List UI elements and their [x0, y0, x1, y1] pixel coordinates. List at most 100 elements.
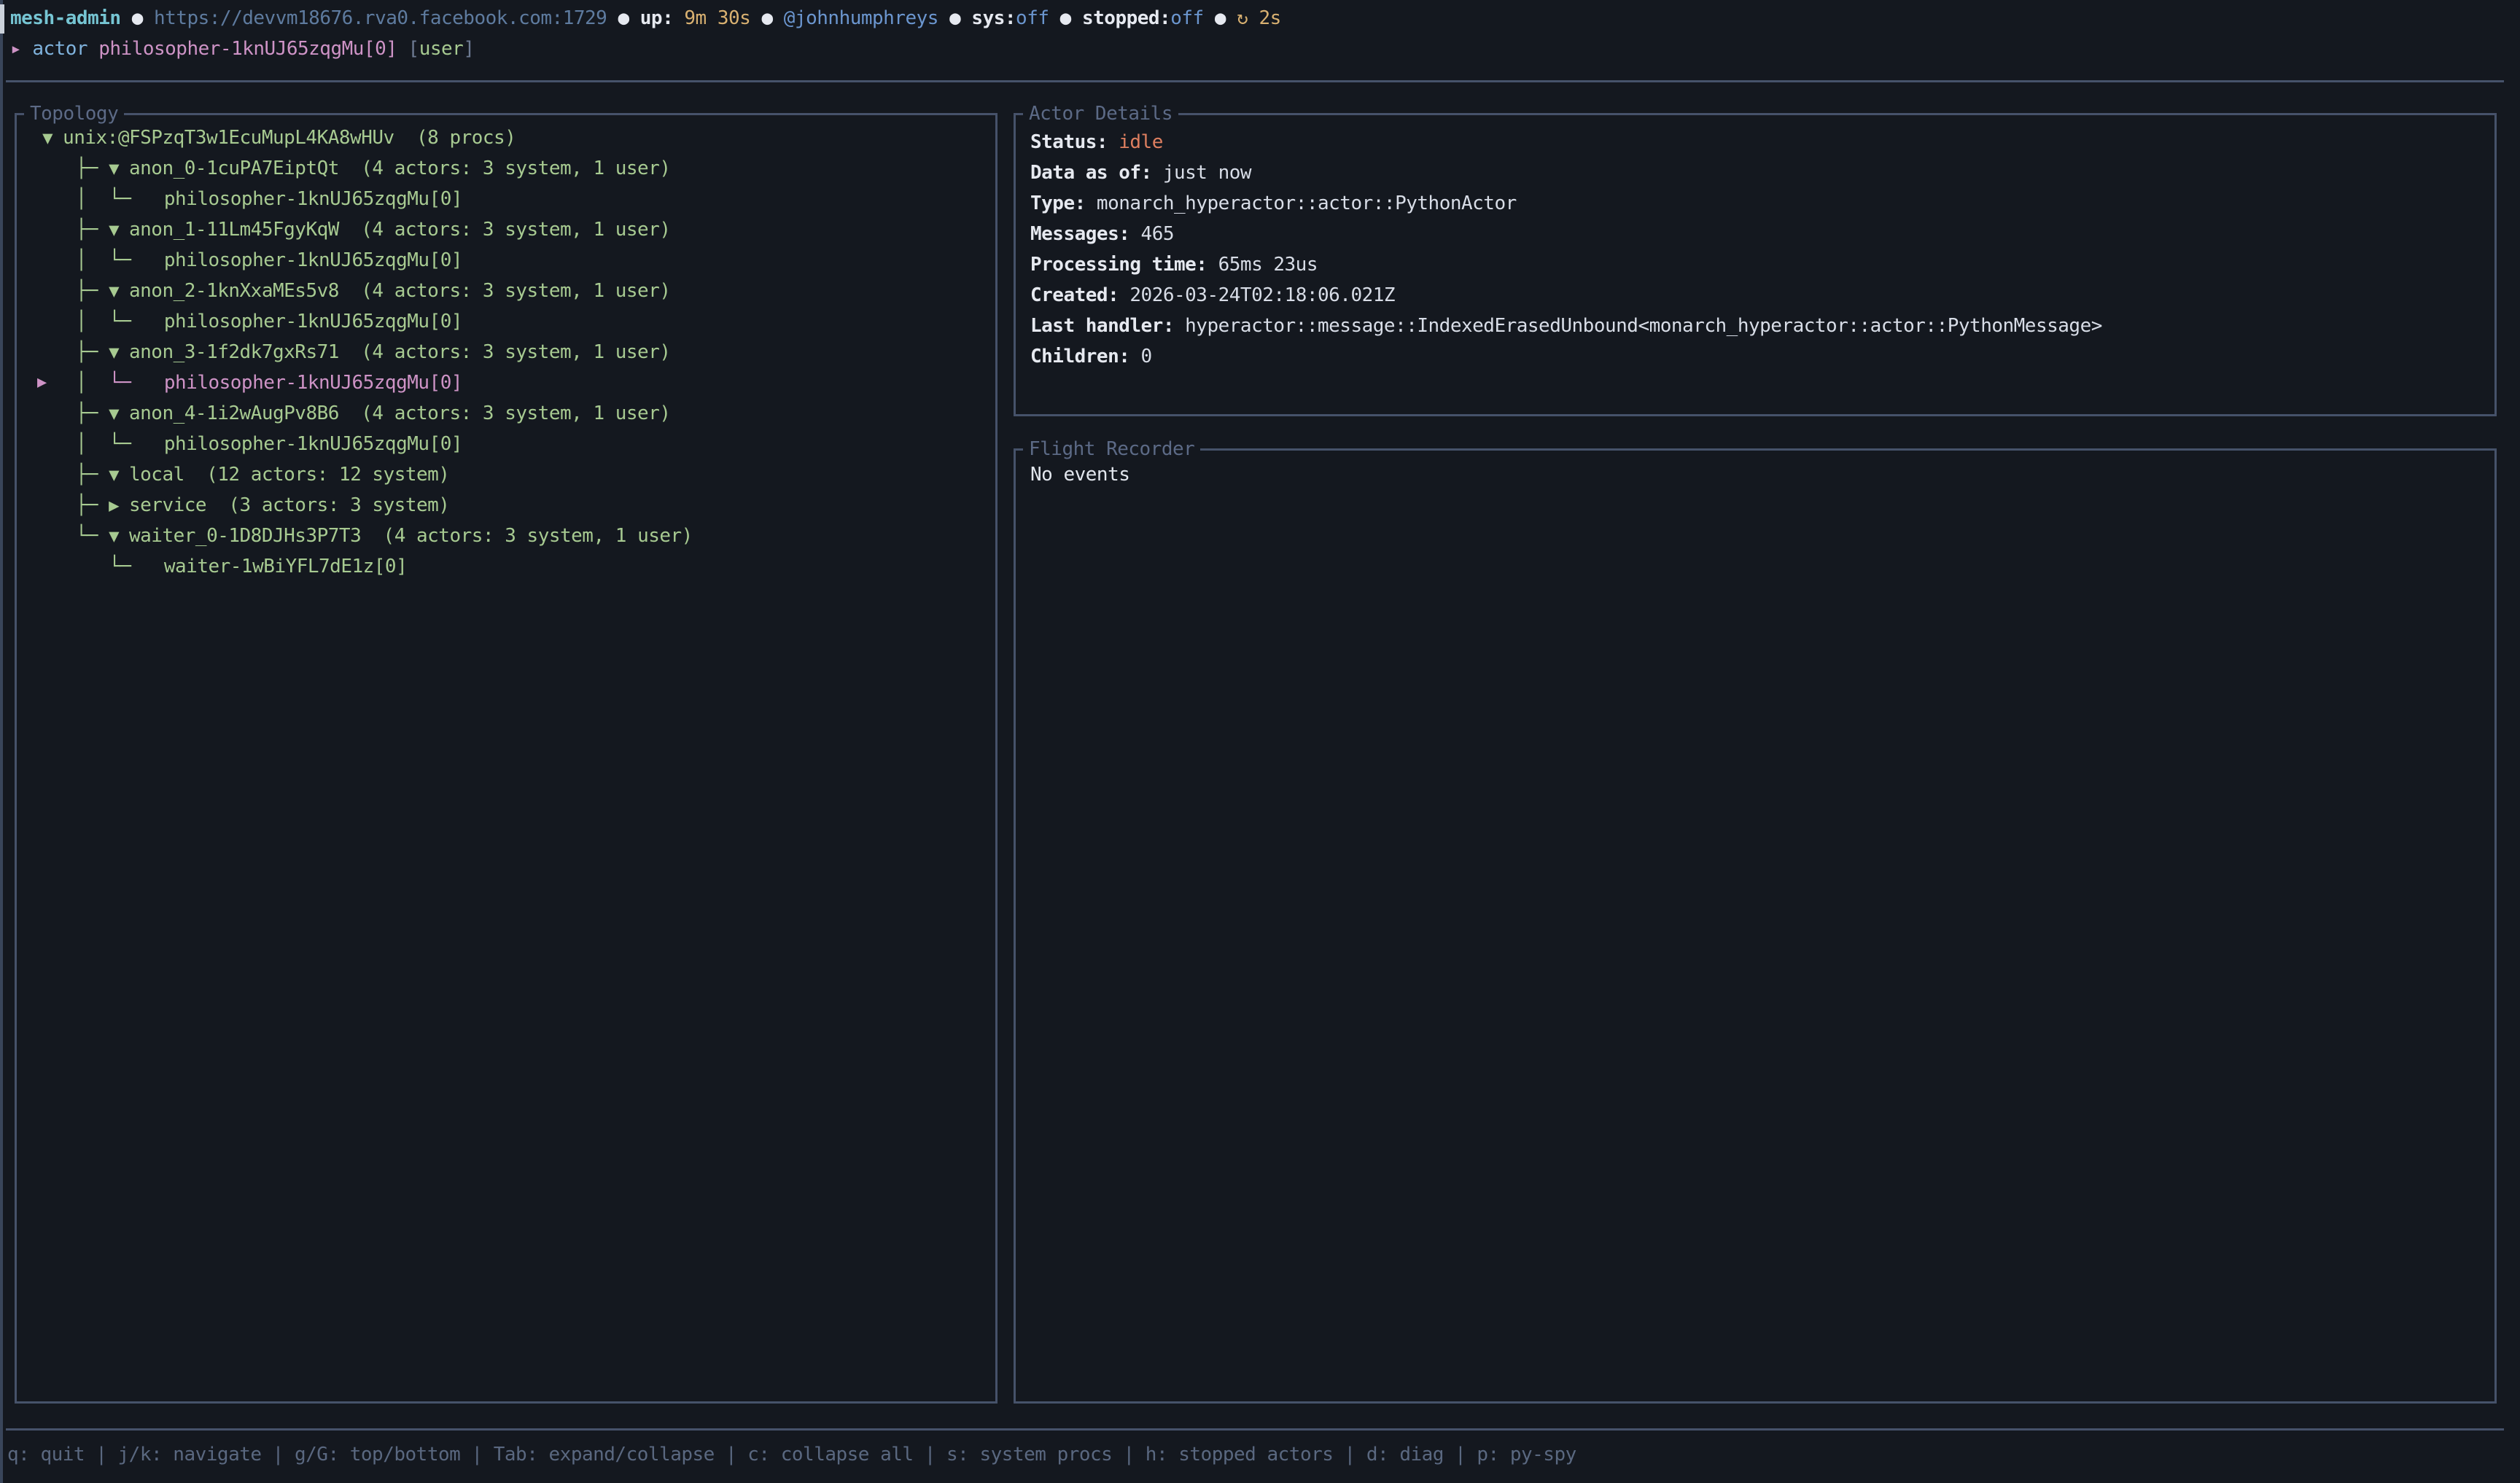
command-kind: actor — [32, 38, 98, 60]
tree-row[interactable]: ▼ unix:@FSPzqT3w1EcuMupL4KA8wHUv (8 proc… — [31, 122, 995, 153]
top-separator — [6, 80, 2504, 82]
tree-row[interactable]: │ └─ philosopher-1knUJ65zqgMu[0] — [31, 429, 995, 459]
sys-toggle-label: sys: — [971, 7, 1016, 29]
tree-node-label: philosopher-1knUJ65zqgMu[0] — [164, 311, 462, 332]
detail-field: Created: 2026-03-24T02:18:06.021Z — [1030, 280, 2494, 311]
tree-indent — [31, 494, 76, 516]
command-line: ▸ actor philosopher-1knUJ65zqgMu[0] [use… — [10, 34, 474, 64]
tree-node-label: philosopher-1knUJ65zqgMu[0] — [164, 372, 462, 394]
detail-field-value: 65ms 23us — [1207, 254, 1318, 276]
tree-row[interactable]: │ └─ philosopher-1knUJ65zqgMu[0] — [31, 306, 995, 337]
tree-node-label: anon_2-1knXxaMEs5v8 — [129, 280, 339, 302]
status-bar: mesh-admin ● https://devvm18676.rva0.fac… — [10, 3, 1281, 34]
tree-row[interactable]: ├─ ▼ anon_4-1i2wAugPv8B6 (4 actors: 3 sy… — [31, 398, 995, 429]
tree-node-label: philosopher-1knUJ65zqgMu[0] — [164, 188, 462, 210]
actor-details-body: Status: idleData as of: just nowType: mo… — [1016, 115, 2494, 372]
tree-row[interactable]: └─ waiter-1wBiYFL7dE1z[0] — [31, 551, 995, 582]
tree-indent — [31, 127, 42, 149]
server-url: https://devvm18676.rva0.facebook.com:172… — [154, 7, 607, 29]
expanded-triangle-icon: ▼ — [109, 403, 129, 424]
tree-node-meta: (4 actors: 3 system, 1 user) — [339, 402, 671, 424]
tree-node-meta: (4 actors: 3 system, 1 user) — [361, 525, 693, 547]
dot-separator-icon: ● — [1060, 7, 1071, 29]
scrollbar-thumb[interactable] — [0, 4, 4, 34]
tree-indent — [31, 464, 76, 486]
expanded-triangle-icon: ▼ — [42, 128, 63, 148]
expanded-triangle-icon: ▼ — [109, 281, 129, 301]
detail-field-label: Created: — [1030, 284, 1119, 306]
uptime-label: up: — [640, 7, 685, 29]
tree-row[interactable]: ├─ ▼ anon_2-1knXxaMEs5v8 (4 actors: 3 sy… — [31, 276, 995, 306]
actor-details-panel: Actor Details Status: idleData as of: ju… — [1014, 113, 2497, 416]
dot-separator-icon: ● — [618, 7, 629, 29]
tree-node-label: waiter_0-1D8DJHs3P7T3 — [129, 525, 361, 547]
tree-indent — [31, 280, 76, 302]
tree-node-meta: (4 actors: 3 system, 1 user) — [339, 157, 671, 179]
tree-indent — [31, 556, 109, 577]
command-target: philosopher-1knUJ65zqgMu[0] — [98, 38, 397, 60]
detail-field-value: idle — [1108, 131, 1163, 153]
tree-connector: └─ — [109, 372, 164, 394]
tree-connector: ├─ — [76, 464, 109, 486]
tree-row[interactable]: ├─ ▼ anon_0-1cuPA7EiptQt (4 actors: 3 sy… — [31, 153, 995, 184]
tree-row[interactable]: ▶ │ └─ philosopher-1knUJ65zqgMu[0] — [31, 367, 995, 398]
dot-separator-icon: ● — [1215, 7, 1226, 29]
tree-indent — [31, 219, 76, 241]
uptime-value: 9m 30s — [684, 7, 750, 29]
flight-recorder-empty-text: No events — [1030, 459, 2494, 490]
tree-indent — [31, 157, 76, 179]
tree-node-meta: (12 actors: 12 system) — [184, 464, 450, 486]
tree-row[interactable]: ├─ ▶ service (3 actors: 3 system) — [31, 490, 995, 521]
detail-field-label: Messages: — [1030, 223, 1129, 245]
refresh-icon: ↻ — [1237, 7, 1248, 29]
tree-node-meta: (4 actors: 3 system, 1 user) — [339, 341, 671, 363]
tree-row[interactable]: │ └─ philosopher-1knUJ65zqgMu[0] — [31, 245, 995, 276]
tree-connector: ├─ — [76, 157, 109, 179]
tree-row[interactable]: ├─ ▼ local (12 actors: 12 system) — [31, 459, 995, 490]
expanded-triangle-icon: ▼ — [109, 219, 129, 240]
detail-field-label: Children: — [1030, 346, 1129, 367]
tree-connector: └─ — [109, 249, 164, 271]
detail-field: Messages: 465 — [1030, 219, 2494, 249]
flight-recorder-body: No events — [1016, 451, 2494, 490]
tree-node-label: anon_0-1cuPA7EiptQt — [129, 157, 339, 179]
flight-recorder-panel: Flight Recorder No events — [1014, 448, 2497, 1404]
command-scope: user — [419, 38, 464, 60]
bottom-separator — [6, 1428, 2504, 1431]
tree-node-label: waiter-1wBiYFL7dE1z[0] — [164, 556, 407, 577]
detail-field: Processing time: 65ms 23us — [1030, 249, 2494, 280]
tree-connector: ├─ — [76, 402, 109, 424]
tree-connector: └─ — [109, 556, 164, 577]
tree-connector: └─ — [109, 188, 164, 210]
tree-node-label: anon_4-1i2wAugPv8B6 — [129, 402, 339, 424]
detail-field-label: Processing time: — [1030, 254, 1207, 276]
selection-cursor-icon: ▶ — [37, 367, 47, 398]
detail-field-value: 0 — [1129, 346, 1151, 367]
tree-connector: ├─ — [76, 341, 109, 363]
detail-field-value: hyperactor::message::IndexedErasedUnboun… — [1174, 315, 2102, 337]
tree-row[interactable]: ├─ ▼ anon_3-1f2dk7gxRs71 (4 actors: 3 sy… — [31, 337, 995, 367]
flight-recorder-panel-title: Flight Recorder — [1023, 438, 1200, 460]
detail-field: Status: idle — [1030, 127, 2494, 157]
detail-field: Children: 0 — [1030, 341, 2494, 372]
topology-tree: ▼ unix:@FSPzqT3w1EcuMupL4KA8wHUv (8 proc… — [17, 115, 995, 582]
tree-connector: └─ — [76, 525, 109, 547]
tree-indent — [31, 341, 76, 363]
tree-row[interactable]: └─ ▼ waiter_0-1D8DJHs3P7T3 (4 actors: 3 … — [31, 521, 995, 551]
detail-field-value: 465 — [1129, 223, 1174, 245]
tree-row[interactable]: │ └─ philosopher-1knUJ65zqgMu[0] — [31, 184, 995, 214]
dot-separator-icon: ● — [132, 7, 143, 29]
tree-node-meta: (4 actors: 3 system, 1 user) — [339, 280, 671, 302]
collapsed-triangle-icon: ▶ — [109, 495, 129, 515]
scope-bracket: ] — [463, 38, 474, 60]
tree-row[interactable]: ├─ ▼ anon_1-11Lm45FgyKqW (4 actors: 3 sy… — [31, 214, 995, 245]
username: @johnhumphreys — [784, 7, 938, 29]
expanded-triangle-icon: ▼ — [109, 464, 129, 485]
tree-node-label: unix:@FSPzqT3w1EcuMupL4KA8wHUv — [63, 127, 394, 149]
app-title: mesh-admin — [10, 7, 121, 29]
dot-separator-icon: ● — [949, 7, 960, 29]
tree-indent — [31, 525, 76, 547]
sys-toggle-value: off — [1016, 7, 1049, 29]
tree-node-label: philosopher-1knUJ65zqgMu[0] — [164, 249, 462, 271]
expanded-triangle-icon: ▼ — [109, 158, 129, 179]
